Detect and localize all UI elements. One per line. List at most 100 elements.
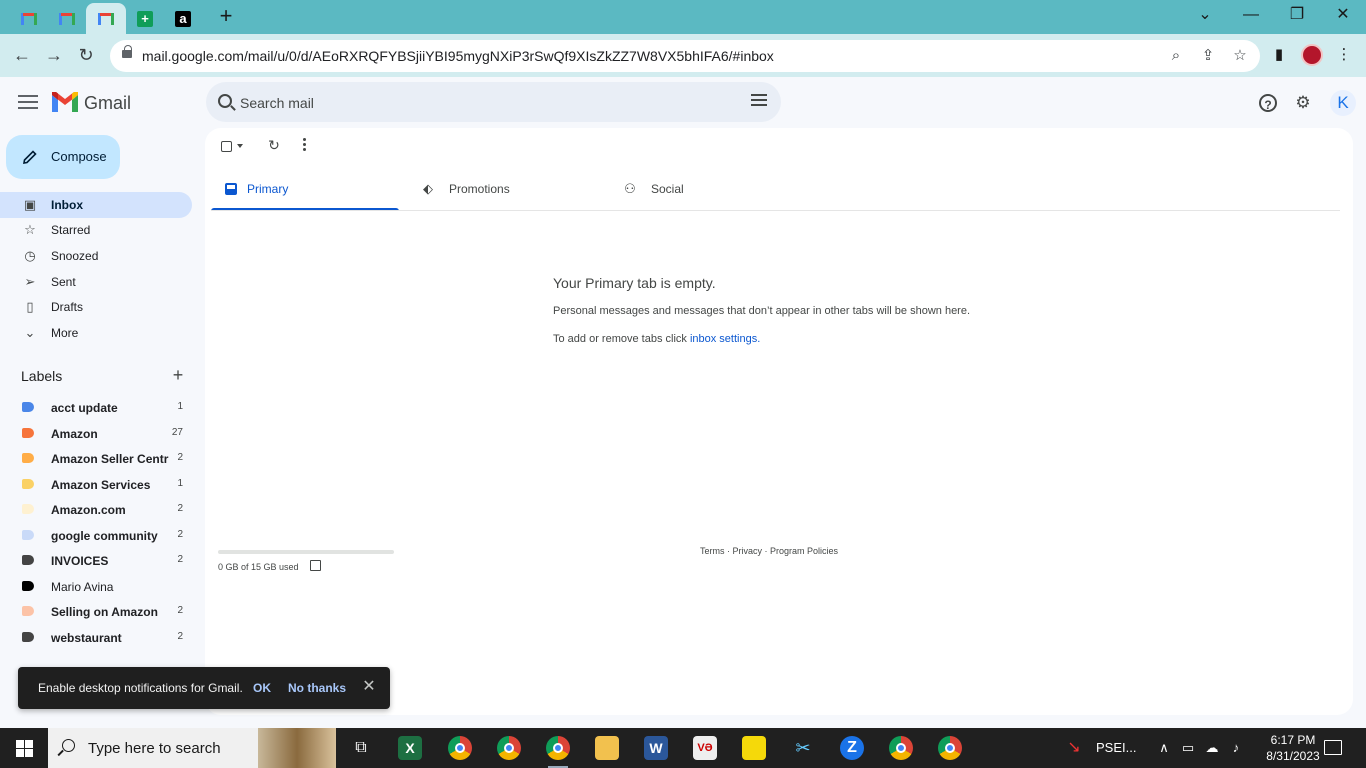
stock-chart-icon[interactable]: ↘ <box>1066 740 1082 756</box>
tab-search-chevron-icon[interactable]: ⌄ <box>1182 4 1228 28</box>
forward-button[interactable]: → <box>41 43 67 69</box>
url-text[interactable]: mail.google.com/mail/u/0/d/AEoRXRQFYBSji… <box>142 48 774 64</box>
share-icon[interactable]: ⇪ <box>1198 46 1218 66</box>
label-item[interactable]: Selling on Amazon 2 <box>0 598 192 623</box>
label-item[interactable]: Amazon 27 <box>0 420 192 445</box>
search-highlight-image[interactable] <box>258 728 336 768</box>
browser-profile-avatar[interactable] <box>1301 44 1323 66</box>
label-name: Selling on Amazon <box>51 605 158 619</box>
zoom-app-icon[interactable]: Z <box>840 736 864 760</box>
windows-start-icon[interactable] <box>16 740 33 757</box>
main-menu-icon[interactable] <box>18 95 38 111</box>
refresh-icon[interactable]: ↻ <box>267 138 281 152</box>
label-item[interactable]: Amazon.com 2 <box>0 496 192 521</box>
back-button[interactable]: ← <box>9 43 35 69</box>
label-tag-icon <box>22 632 34 642</box>
zoom-search-icon[interactable]: ⌕ <box>1166 46 1186 66</box>
add-label-button[interactable]: + <box>170 366 186 384</box>
sheets-favicon-icon: + <box>137 10 153 27</box>
reload-button[interactable]: ↻ <box>73 43 99 69</box>
nav-item-starred[interactable]: ☆ Starred <box>0 217 192 243</box>
close-window-button[interactable]: ✕ <box>1320 4 1366 28</box>
battery-icon[interactable]: ▭ <box>1180 740 1196 756</box>
compose-button[interactable]: Compose <box>6 135 120 179</box>
nav-item-drafts[interactable]: ▯ Drafts <box>0 294 192 320</box>
toast-no-thanks-button[interactable]: No thanks <box>288 681 346 695</box>
browser-tab-gmail-1[interactable] <box>10 3 48 34</box>
label-item[interactable]: google community 2 <box>0 522 192 547</box>
browser-menu-icon[interactable]: ⋮ <box>1333 44 1355 66</box>
nav-item-inbox[interactable]: ▣ Inbox <box>0 192 192 218</box>
side-panel-icon[interactable]: ▮ <box>1268 44 1290 66</box>
word-icon[interactable]: W <box>644 736 668 760</box>
nav-item-snoozed[interactable]: ◷ Snoozed <box>0 243 192 269</box>
account-avatar[interactable]: K <box>1330 90 1356 116</box>
onedrive-cloud-icon[interactable]: ☁ <box>1204 740 1220 756</box>
tab-primary[interactable]: Primary <box>211 170 399 211</box>
label-item[interactable]: INVOICES 2 <box>0 547 192 572</box>
people-icon: ⚇ <box>624 181 636 196</box>
chrome-icon[interactable] <box>448 736 472 760</box>
browser-tab-gmail-2[interactable] <box>48 3 86 34</box>
excel-icon[interactable]: X <box>398 736 422 760</box>
browser-tab-gmail-active[interactable] <box>86 3 126 34</box>
notification-center-icon[interactable] <box>1324 740 1342 755</box>
settings-gear-icon[interactable]: ⚙ <box>1292 92 1314 114</box>
nav-label: Drafts <box>51 300 84 314</box>
label-name: Amazon <box>51 427 98 441</box>
label-item[interactable]: Amazon Seller Centr 2 <box>0 445 192 470</box>
browser-tab-sheets[interactable]: + <box>126 3 164 34</box>
tab-label: Social <box>651 182 684 196</box>
chrome-profile-3-icon[interactable] <box>546 736 570 768</box>
clock-time[interactable]: 6:17 PM <box>1261 733 1325 747</box>
select-all-checkbox[interactable] <box>221 141 232 152</box>
open-external-icon[interactable] <box>310 560 321 571</box>
gmail-favicon-icon <box>59 12 75 25</box>
tray-chevron-up-icon[interactable]: ∧ <box>1156 740 1172 756</box>
select-dropdown-icon[interactable] <box>237 144 243 148</box>
search-icon[interactable] <box>218 94 232 108</box>
snipping-tool-icon[interactable]: ✂ <box>791 736 815 760</box>
label-item[interactable]: Amazon Services 1 <box>0 471 192 496</box>
label-item[interactable]: webstaurant 2 <box>0 624 192 649</box>
tab-social[interactable]: ⚇ Social <box>609 170 803 211</box>
search-options-icon[interactable] <box>751 94 767 110</box>
label-count: 2 <box>177 554 183 565</box>
chrome-profile-5-icon[interactable] <box>938 736 962 760</box>
sticky-notes-icon[interactable] <box>742 736 766 760</box>
footer-links[interactable]: Terms · Privacy · Program Policies <box>700 546 838 556</box>
task-view-icon[interactable]: ⧉ <box>349 736 373 760</box>
search-bar <box>206 82 781 122</box>
empty-state-description: Personal messages and messages that don’… <box>553 305 971 317</box>
more-options-icon[interactable] <box>303 138 309 154</box>
label-count: 1 <box>177 478 183 489</box>
browser-tab-amazon[interactable]: a <box>164 3 202 34</box>
help-icon[interactable]: ? <box>1259 94 1277 112</box>
clock-date[interactable]: 8/31/2023 <box>1255 749 1331 763</box>
minimize-button[interactable]: — <box>1228 4 1274 28</box>
stock-ticker-text[interactable]: PSEI... <box>1096 740 1136 755</box>
toast-close-icon[interactable]: ✕ <box>361 678 377 696</box>
gmail-wordmark[interactable]: Gmail <box>84 93 131 114</box>
address-bar[interactable]: mail.google.com/mail/u/0/d/AEoRXRQFYBSji… <box>110 40 1260 72</box>
inbox-settings-link[interactable]: inbox settings. <box>690 333 760 345</box>
nav-label: Sent <box>51 275 76 289</box>
nav-item-more[interactable]: ⌄ More <box>0 320 192 346</box>
restore-button[interactable]: ❐ <box>1274 4 1320 28</box>
file-explorer-icon[interactable] <box>595 736 619 760</box>
label-name: google community <box>51 529 158 543</box>
bookmark-star-icon[interactable]: ☆ <box>1230 46 1250 66</box>
send-icon: ➢ <box>24 274 36 289</box>
tab-promotions[interactable]: ⬖ Promotions <box>407 170 601 211</box>
labels-heading: Labels <box>21 368 63 384</box>
chrome-profile-4-icon[interactable] <box>889 736 913 760</box>
label-item[interactable]: acct update 1 <box>0 394 192 419</box>
toast-ok-button[interactable]: OK <box>253 681 271 695</box>
search-input[interactable] <box>240 93 720 113</box>
label-item[interactable]: Mario Avina <box>0 573 192 598</box>
nav-item-sent[interactable]: ➢ Sent <box>0 269 192 295</box>
new-tab-button[interactable]: + <box>214 5 238 29</box>
chrome-profile-2-icon[interactable] <box>497 736 521 760</box>
volume-icon[interactable]: ♪ <box>1228 740 1244 756</box>
app-ve-icon[interactable]: VƏ <box>693 736 717 760</box>
